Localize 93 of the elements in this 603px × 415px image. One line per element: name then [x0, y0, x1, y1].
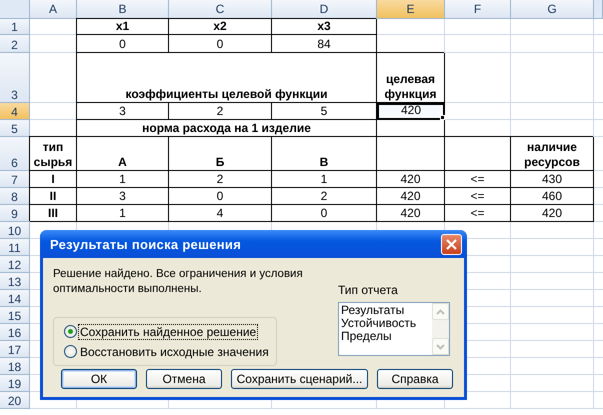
table-cell: В: [272, 137, 377, 171]
table-cell: коэффициенты целевой функции: [77, 53, 377, 103]
row-header[interactable]: 16: [0, 324, 30, 341]
table-cell: 0: [169, 188, 272, 205]
list-item[interactable]: Результаты: [341, 304, 430, 317]
table-cell: 3: [77, 188, 169, 205]
row-header[interactable]: 7: [0, 171, 30, 188]
table-cell: 1: [77, 205, 169, 222]
row-header[interactable]: 15: [0, 307, 30, 324]
list-item[interactable]: Устойчивость: [341, 317, 430, 330]
radio-button[interactable]: [64, 345, 77, 358]
row-header[interactable]: 6: [0, 137, 30, 171]
column-header[interactable]: G: [511, 0, 594, 19]
row-header[interactable]: 5: [0, 120, 30, 137]
row-header[interactable]: 18: [0, 358, 30, 375]
row-header[interactable]: 4: [0, 103, 30, 120]
table-cell: 2: [272, 188, 377, 205]
close-icon: [446, 238, 457, 250]
table-cell: А: [77, 137, 169, 171]
dialog-button[interactable]: Сохранить сценарий...: [231, 369, 368, 389]
row-header[interactable]: 1: [0, 19, 30, 35]
report-type-label: Тип отчета: [338, 283, 399, 297]
option-label[interactable]: Сохранить найденное решение: [79, 324, 258, 338]
table-cell: 420: [377, 188, 445, 205]
column-header[interactable]: B: [77, 0, 169, 19]
table-cell: III: [30, 205, 77, 222]
scroll-down-button[interactable]: [432, 338, 449, 355]
select-all-corner[interactable]: [0, 0, 30, 19]
dialog-button[interactable]: Справка: [377, 369, 453, 389]
table-cell: 420: [511, 205, 594, 222]
option-label[interactable]: Восстановить исходные значения: [79, 344, 270, 358]
column-header[interactable]: C: [169, 0, 272, 19]
row-header[interactable]: 17: [0, 341, 30, 358]
table-cell: 0: [272, 205, 377, 222]
table-cell: 2: [169, 171, 272, 188]
table-cell: 4: [169, 205, 272, 222]
row-header[interactable]: 2: [0, 35, 30, 53]
row-header[interactable]: 8: [0, 188, 30, 205]
column-header[interactable]: F: [445, 0, 511, 19]
radio-button[interactable]: [64, 325, 77, 338]
dialog-title: Результаты поиска решения: [50, 236, 242, 252]
table-cell: 84: [272, 35, 377, 53]
chevron-up-icon: [436, 308, 445, 314]
table-cell: x2: [169, 19, 272, 35]
table-cell: 0: [169, 35, 272, 53]
table-cell: 2: [169, 103, 272, 120]
table-cell: норма расхода на 1 изделие: [77, 120, 377, 137]
table-cell: x1: [77, 19, 169, 35]
report-type-list[interactable]: Результаты Устойчивость Пределы: [338, 302, 450, 356]
scrollbar[interactable]: [432, 303, 449, 355]
table-cell: наличие ресурсов: [511, 137, 594, 171]
table-cell: x3: [272, 19, 377, 35]
table-cell: <=: [445, 188, 511, 205]
table-cell: тип сырья: [30, 137, 77, 171]
table-cell: 460: [511, 188, 594, 205]
table-cell: 430: [511, 171, 594, 188]
row-header[interactable]: 13: [0, 273, 30, 290]
row-header[interactable]: 20: [0, 392, 30, 409]
close-button[interactable]: [441, 234, 462, 254]
dialog-button[interactable]: Отмена: [146, 369, 222, 389]
table-cell: 0: [77, 35, 169, 53]
row-header[interactable]: 3: [0, 53, 30, 103]
row-header[interactable]: 11: [0, 239, 30, 256]
empty-cell: [445, 53, 511, 103]
table-cell: 420: [377, 103, 445, 120]
chevron-down-icon: [436, 344, 445, 350]
column-header[interactable]: [594, 0, 603, 19]
column-header[interactable]: E: [377, 0, 445, 19]
table-cell: I: [30, 171, 77, 188]
table-cell: <=: [445, 171, 511, 188]
row-header[interactable]: 12: [0, 256, 30, 273]
column-header[interactable]: D: [272, 0, 377, 19]
table-cell: целевая функция: [377, 53, 445, 103]
table-cell: 420: [377, 205, 445, 222]
dialog-button[interactable]: ОК: [61, 369, 137, 389]
row-header[interactable]: 19: [0, 375, 30, 392]
list-item[interactable]: Пределы: [341, 330, 430, 343]
table-cell: 3: [77, 103, 169, 120]
table-cell: 420: [377, 171, 445, 188]
table-cell: Б: [169, 137, 272, 171]
empty-cell: [445, 19, 511, 35]
table-cell: II: [30, 188, 77, 205]
empty-cell: [445, 35, 511, 53]
row-header[interactable]: 9: [0, 205, 30, 222]
table-cell: 1: [77, 171, 169, 188]
table-cell: 1: [272, 171, 377, 188]
scroll-up-button[interactable]: [432, 303, 449, 320]
row-header[interactable]: 14: [0, 290, 30, 307]
row-header[interactable]: 10: [0, 222, 30, 239]
result-message: Решение найдено. Все ограничения и условия оптимальности выполнены.: [53, 267, 304, 297]
column-header[interactable]: A: [30, 0, 77, 19]
table-cell: <=: [445, 205, 511, 222]
empty-cell: [377, 19, 445, 35]
